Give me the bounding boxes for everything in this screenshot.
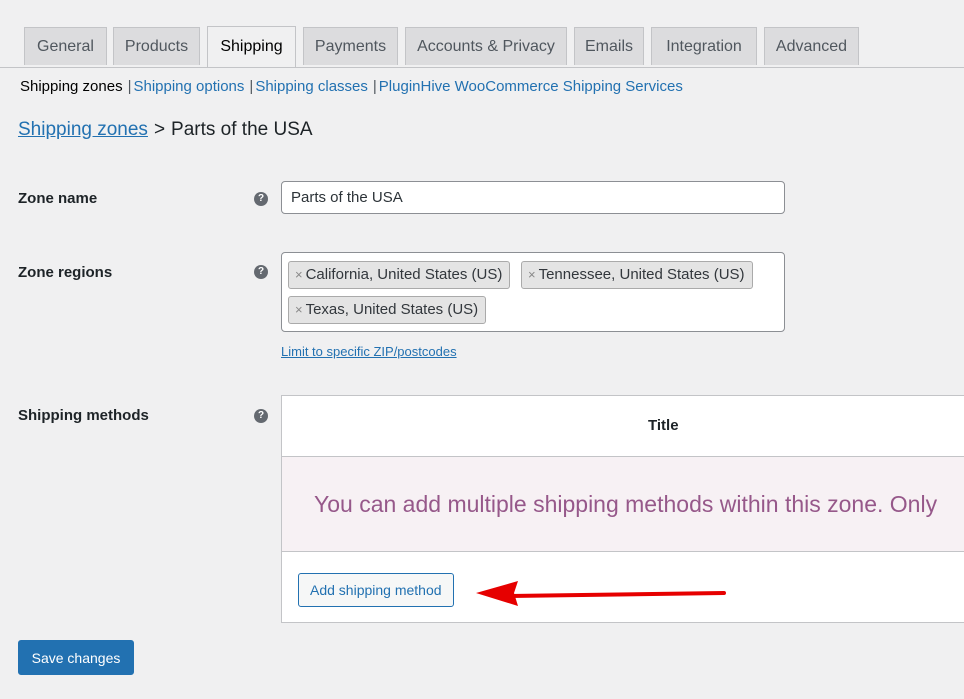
tab-products[interactable]: Products bbox=[113, 27, 200, 65]
remove-icon[interactable]: × bbox=[528, 267, 536, 282]
tab-integration[interactable]: Integration bbox=[651, 27, 757, 65]
zone-name-field[interactable] bbox=[281, 181, 785, 214]
shipping-methods-label: Shipping methods bbox=[18, 407, 149, 424]
help-icon[interactable]: ? bbox=[254, 409, 268, 423]
region-chip-label: Texas, United States (US) bbox=[305, 301, 479, 318]
breadcrumb-link-shipping-zones[interactable]: Shipping zones bbox=[18, 119, 148, 140]
breadcrumb-separator: > bbox=[153, 119, 166, 140]
remove-icon[interactable]: × bbox=[295, 302, 303, 317]
page-title: Parts of the USA bbox=[171, 119, 313, 140]
region-chip-label: California, United States (US) bbox=[305, 266, 503, 283]
help-icon[interactable]: ? bbox=[254, 265, 268, 279]
shipping-subnav: Shipping zones | Shipping options | Shipping… bbox=[20, 78, 683, 95]
subnav-separator: | bbox=[127, 78, 132, 95]
subnav-link-pluginhive[interactable]: PluginHive WooCommerce Shipping Services bbox=[379, 78, 683, 95]
subnav-separator: | bbox=[372, 78, 377, 95]
tab-payments[interactable]: Payments bbox=[303, 27, 398, 65]
red-arrow-left-icon bbox=[476, 581, 726, 606]
subnav-separator: | bbox=[249, 78, 254, 95]
tab-general[interactable]: General bbox=[24, 27, 107, 65]
subnav-link-shipping-classes[interactable]: Shipping classes bbox=[255, 78, 368, 95]
region-chip: × Texas, United States (US) bbox=[288, 296, 487, 324]
subnav-current-shipping-zones: Shipping zones bbox=[20, 78, 123, 95]
methods-table-header: Title bbox=[282, 396, 964, 457]
tab-accounts-privacy[interactable]: Accounts & Privacy bbox=[405, 27, 567, 65]
subnav-link-shipping-options[interactable]: Shipping options bbox=[133, 78, 244, 95]
region-chip-label: Tennessee, United States (US) bbox=[538, 266, 745, 283]
column-header-title: Title bbox=[648, 417, 679, 434]
region-chip: × California, United States (US) bbox=[288, 261, 511, 289]
settings-tabs: General Products Shipping Payments Accou… bbox=[0, 26, 964, 68]
remove-icon[interactable]: × bbox=[295, 267, 303, 282]
breadcrumb: Shipping zones > Parts of the USA bbox=[18, 119, 313, 141]
tab-shipping[interactable]: Shipping bbox=[207, 26, 296, 67]
tab-advanced[interactable]: Advanced bbox=[764, 27, 859, 65]
blank-state-message: You can add multiple shipping methods wi… bbox=[314, 491, 938, 517]
limit-zip-link[interactable]: Limit to specific ZIP/postcodes bbox=[281, 344, 457, 359]
zone-regions-label: Zone regions bbox=[18, 264, 113, 281]
save-changes-button[interactable]: Save changes bbox=[18, 640, 134, 675]
region-chip: × Tennessee, United States (US) bbox=[521, 261, 753, 289]
methods-blank-state: You can add multiple shipping methods wi… bbox=[282, 457, 964, 552]
tab-emails[interactable]: Emails bbox=[574, 27, 644, 65]
add-shipping-method-button[interactable]: Add shipping method bbox=[298, 573, 454, 607]
zone-regions-select[interactable]: × California, United States (US) × Tenness… bbox=[281, 252, 785, 332]
help-icon[interactable]: ? bbox=[254, 192, 268, 206]
zone-name-label: Zone name bbox=[18, 190, 98, 207]
